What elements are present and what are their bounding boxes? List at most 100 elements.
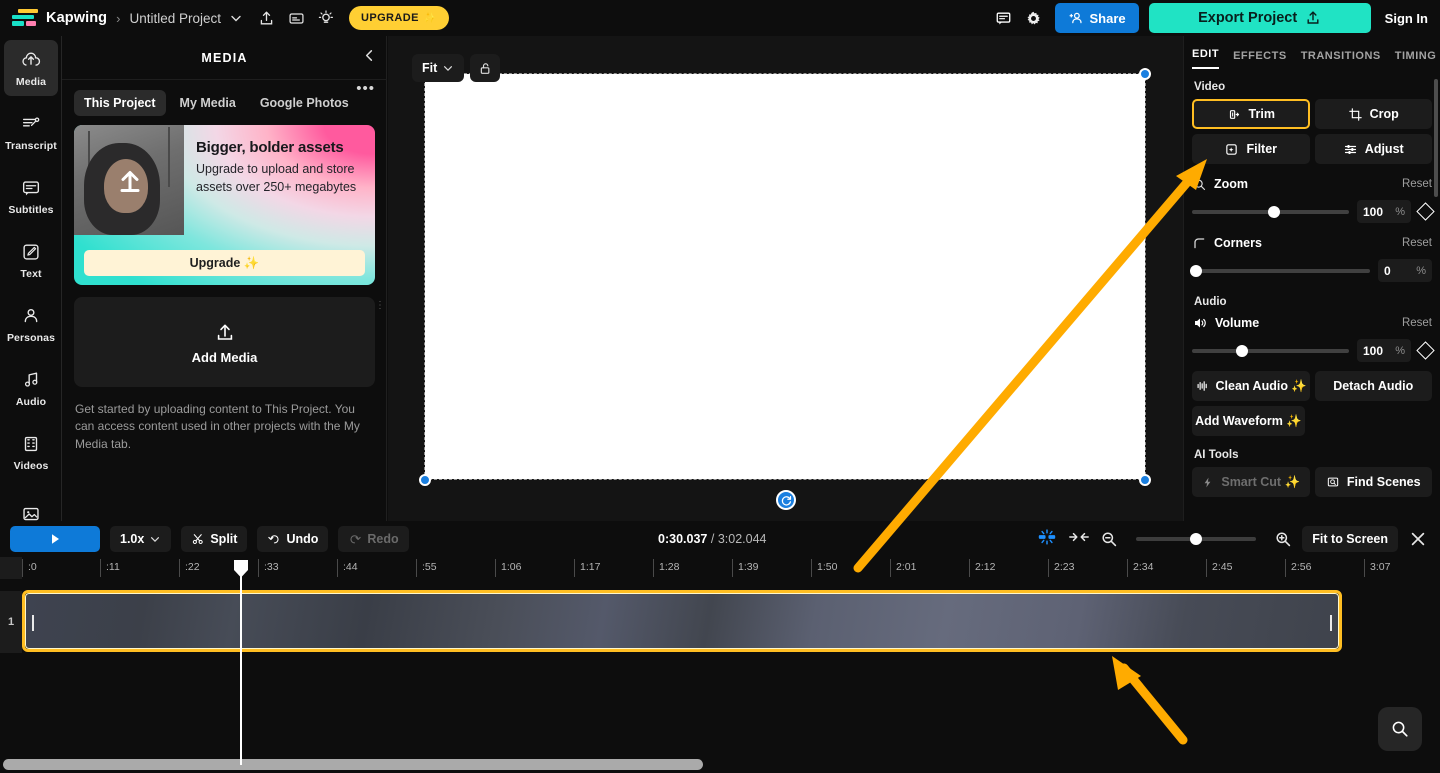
upload-icon[interactable] xyxy=(251,3,281,33)
transcript-icon xyxy=(22,116,40,127)
project-name[interactable]: Untitled Project xyxy=(129,11,221,26)
smart-cut-button[interactable]: Smart Cut ✨ xyxy=(1192,467,1310,497)
upload-cloud-icon xyxy=(22,52,41,66)
split-button[interactable]: Split xyxy=(181,526,248,552)
lightbulb-icon[interactable] xyxy=(311,3,341,33)
lock-aspect-button[interactable] xyxy=(470,54,500,82)
zoom-value-field[interactable]: 100 % xyxy=(1357,200,1411,223)
zoom-slider-knob[interactable] xyxy=(1267,205,1280,218)
corners-slider-knob[interactable] xyxy=(1190,264,1202,277)
sidebar-item-media[interactable]: Media xyxy=(4,40,58,96)
close-timeline-button[interactable] xyxy=(1408,529,1428,549)
detach-audio-label: Detach Audio xyxy=(1333,379,1414,393)
resize-handle-bottom-left[interactable] xyxy=(419,474,431,486)
crop-button[interactable]: Crop xyxy=(1314,99,1432,129)
sidebar-label-videos: Videos xyxy=(13,459,49,472)
current-time: 0:30.037 xyxy=(658,532,708,546)
tab-timing[interactable]: TIMING xyxy=(1395,50,1437,69)
corners-reset-button[interactable]: Reset xyxy=(1402,237,1432,249)
brand-name[interactable]: Kapwing xyxy=(46,10,107,26)
volume-value-field[interactable]: 100 % xyxy=(1357,339,1411,362)
volume-slider-track[interactable] xyxy=(1192,344,1349,357)
panel-resize-grip[interactable]: ⋮ xyxy=(375,301,385,311)
sidebar-item-personas[interactable]: Personas xyxy=(4,296,58,352)
fit-to-screen-button[interactable]: Fit to Screen xyxy=(1302,526,1398,552)
ruler-tick: 1:28 xyxy=(653,559,679,577)
gear-icon[interactable] xyxy=(1019,3,1049,33)
video-preview-frame[interactable] xyxy=(424,73,1146,480)
timeline-ruler[interactable]: :0 :11 :22 :33 :44 :55 1:06 1:17 1:28 1:… xyxy=(0,557,1440,579)
zoom-reset-button[interactable]: Reset xyxy=(1402,178,1432,190)
timeline-zoom-slider[interactable] xyxy=(1136,533,1257,545)
add-waveform-button[interactable]: Add Waveform ✨ xyxy=(1192,406,1305,436)
fit-clips-icon xyxy=(1069,532,1090,541)
volume-keyframe-icon[interactable] xyxy=(1416,341,1435,360)
redo-button[interactable]: Redo xyxy=(338,526,409,552)
search-button[interactable] xyxy=(1378,707,1422,751)
fit-mode-dropdown[interactable]: Fit xyxy=(412,54,465,82)
resize-handle-top-right[interactable] xyxy=(1139,68,1151,80)
volume-slider-row: 100 % xyxy=(1192,339,1435,362)
chevron-left-icon[interactable] xyxy=(362,48,377,68)
kapwing-logo-icon[interactable] xyxy=(12,9,38,27)
tab-this-project[interactable]: This Project xyxy=(74,90,166,116)
ruler-tick: 2:45 xyxy=(1206,559,1232,577)
captions-icon[interactable] xyxy=(281,3,311,33)
right-panel-scrollbar[interactable] xyxy=(1434,79,1438,197)
trim-button[interactable]: Trim xyxy=(1192,99,1310,129)
sidebar-item-subtitles[interactable]: Subtitles xyxy=(4,168,58,224)
fit-mode-label: Fit xyxy=(422,61,438,75)
timeline-zoom-knob[interactable] xyxy=(1190,533,1203,545)
snap-magnet-button[interactable] xyxy=(1036,527,1058,552)
rotate-handle[interactable] xyxy=(776,490,796,510)
timeline-scroll-thumb[interactable] xyxy=(3,759,703,770)
zoom-slider-track[interactable] xyxy=(1192,205,1349,218)
sidebar-item-videos[interactable]: Videos xyxy=(4,424,58,480)
tab-effects[interactable]: EFFECTS xyxy=(1233,50,1287,69)
chevron-down-icon[interactable] xyxy=(221,3,251,33)
export-project-button[interactable]: Export Project xyxy=(1148,3,1371,33)
detach-audio-button[interactable]: Detach Audio xyxy=(1314,371,1432,401)
timeline-toolbar: 1.0x Split Undo Redo 0:30.037 / 3:02.044 xyxy=(0,521,1440,557)
comment-icon[interactable] xyxy=(989,3,1019,33)
find-scenes-button[interactable]: Find Scenes xyxy=(1314,467,1432,497)
tab-transitions[interactable]: TRANSITIONS xyxy=(1301,50,1381,69)
add-media-button[interactable]: Add Media xyxy=(74,297,375,387)
volume-reset-button[interactable]: Reset xyxy=(1402,317,1432,329)
sign-in-button[interactable]: Sign In xyxy=(1385,11,1428,26)
share-button[interactable]: Share xyxy=(1054,3,1139,33)
playhead-handle[interactable] xyxy=(233,559,249,579)
speaker-icon xyxy=(1195,318,1206,328)
ellipsis-icon[interactable]: ••• xyxy=(356,80,375,97)
timeline-horizontal-scrollbar[interactable] xyxy=(0,755,1440,773)
volume-slider-knob[interactable] xyxy=(1236,344,1249,357)
resize-handle-bottom-right[interactable] xyxy=(1139,474,1151,486)
waveform-icon xyxy=(1197,381,1207,391)
zoom-out-button[interactable] xyxy=(1100,530,1118,548)
play-button[interactable] xyxy=(10,526,100,552)
corners-value-field[interactable]: 0 % xyxy=(1378,259,1432,282)
tab-my-media[interactable]: My Media xyxy=(170,90,246,116)
sidebar-item-audio[interactable]: Audio xyxy=(4,360,58,416)
clean-audio-button[interactable]: Clean Audio ✨ xyxy=(1192,371,1310,401)
adjust-button[interactable]: Adjust xyxy=(1314,134,1432,164)
upgrade-button[interactable]: UPGRADE ✨ xyxy=(349,6,449,30)
tab-google-photos[interactable]: Google Photos xyxy=(250,90,359,116)
zoom-in-button[interactable] xyxy=(1274,530,1292,548)
promo-upgrade-button[interactable]: Upgrade ✨ xyxy=(84,250,365,276)
playback-speed-dropdown[interactable]: 1.0x xyxy=(110,526,172,552)
filter-label: Filter xyxy=(1246,142,1278,156)
ruler-tick: 2:34 xyxy=(1127,559,1153,577)
sidebar-label-transcript: Transcript xyxy=(5,139,57,152)
upgrade-promo-card[interactable]: Bigger, bolder assets Upgrade to upload … xyxy=(74,125,375,285)
undo-button[interactable]: Undo xyxy=(257,526,329,552)
film-strip-icon xyxy=(24,436,38,451)
sidebar-item-text[interactable]: Text xyxy=(4,232,58,288)
filter-button[interactable]: Filter xyxy=(1192,134,1310,164)
corners-slider-track[interactable] xyxy=(1190,264,1370,277)
tab-edit[interactable]: EDIT xyxy=(1192,48,1220,69)
zoom-keyframe-icon[interactable] xyxy=(1416,202,1435,221)
fit-clips-button[interactable] xyxy=(1068,528,1090,551)
sidebar-item-transcript[interactable]: Transcript xyxy=(4,104,58,160)
section-label-video: Video xyxy=(1194,81,1226,93)
